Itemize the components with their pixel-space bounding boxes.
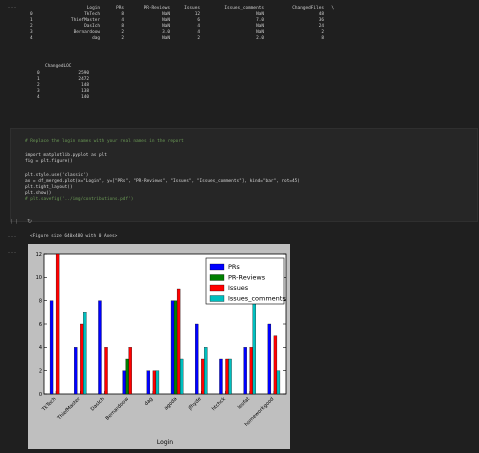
code-line-tight: plt.tight_layout()	[25, 185, 73, 190]
y-tick-label: 10	[36, 275, 42, 281]
x-tick-label: ThiefMaster	[56, 396, 82, 422]
df2-cell: 140	[81, 94, 89, 100]
bar-prs	[243, 347, 247, 395]
bar-prs	[219, 358, 223, 395]
df2-cell: 4	[37, 94, 40, 100]
y-tick-label: 0	[39, 392, 42, 398]
y-tick-label: 2	[39, 368, 42, 374]
legend-label: PR-Reviews	[228, 274, 266, 282]
bar-issues	[201, 358, 205, 395]
output-ellipsis-3[interactable]: ...	[0, 249, 24, 255]
bar-pr-reviews	[173, 300, 178, 395]
bar-issues	[128, 347, 132, 395]
changedloc-header: ChangedLOC	[45, 64, 72, 69]
df-cell: 8	[321, 35, 324, 41]
legend-swatch	[209, 263, 225, 271]
code-line-fig: fig = plt.figure()	[25, 159, 73, 164]
df2-row: 4 140	[37, 95, 89, 101]
df-cell: 4	[30, 35, 33, 41]
bar-pr-reviews	[125, 358, 129, 395]
dataframe-output: Login PRs PR-Reviews Issues Issues_comments C…	[30, 6, 334, 41]
x-tick-label: htchck	[211, 396, 227, 412]
code-line-savefig: # plt.savefig('../img/contributions.pdf'…	[25, 197, 134, 202]
bar-issues	[152, 370, 157, 395]
figure-size-output: <Figure size 640x480 with 0 Axes>	[30, 234, 118, 239]
df-row: 4 dag 2 NaN 2 2.0 8	[30, 36, 334, 42]
matplotlib-figure: 0 2 4 6 8 10 12 TkTech ThiefMaster DasIch Bernardo…	[28, 244, 290, 449]
x-axis-label: Login	[157, 439, 173, 446]
x-tick-label: Bernardoow	[105, 396, 131, 422]
bar-prs	[74, 347, 78, 395]
legend-label: Issues_comments	[228, 295, 286, 303]
bar-issues-comments	[252, 288, 256, 395]
y-tick-label: 4	[39, 345, 42, 351]
bar-issues	[104, 347, 108, 395]
x-tick-label: leofat	[237, 396, 251, 410]
df-cell: NaN	[162, 35, 170, 41]
bar-prs	[98, 300, 102, 395]
bar-chart: 0 2 4 6 8 10 12 TkTech ThiefMaster DasIchBernardo…	[36, 252, 287, 446]
bar-issues	[273, 335, 278, 395]
df-cell: dag	[92, 35, 100, 41]
code-line-style: plt.style.use('classic')	[25, 173, 89, 178]
bar-issues	[80, 323, 84, 395]
bar-prs	[122, 370, 126, 395]
code-cell[interactable]: # Replace the login names with your real…	[10, 128, 478, 222]
bar-issues	[55, 253, 60, 395]
code-comment: # Replace the login names with your real…	[25, 139, 184, 144]
df-cell: \	[331, 6, 334, 11]
x-tick-label: dag	[143, 396, 154, 407]
dataframe-output-2: 0 2590 1 2472 2 148 3 138 4 140	[37, 71, 89, 101]
bar-issues-comments	[179, 358, 184, 395]
bar-prs	[267, 323, 272, 395]
bar-prs	[49, 300, 54, 395]
bar-issues	[176, 288, 181, 395]
bar-issues-comments	[83, 312, 87, 395]
legend-label: Issues	[228, 284, 249, 292]
bar-prs	[146, 370, 151, 395]
bar-issues-comments	[204, 347, 208, 395]
y-tick-label: 6	[39, 322, 42, 328]
legend-swatch	[209, 295, 225, 302]
df-cell: 2	[197, 35, 200, 41]
x-tick-label: agoda	[163, 396, 178, 411]
bar-issues	[225, 358, 229, 395]
code-line-plot: ax = df_merged.plot(x="Login", y=["PRs",…	[25, 179, 300, 184]
df-cell: 2	[121, 35, 124, 41]
legend-swatch	[209, 274, 225, 281]
code-line-show: plt.show()	[25, 191, 52, 196]
x-tick-label: DasIch	[90, 396, 106, 412]
legend-swatch	[209, 284, 225, 292]
legend-label: PRs	[228, 263, 240, 271]
x-tick-label: jfhyde	[187, 396, 203, 412]
refresh-icon[interactable]: ↻	[27, 218, 32, 225]
y-tick-label: 8	[39, 298, 42, 304]
bar-issues-comments	[228, 358, 232, 395]
df-cell: 2.0	[256, 35, 264, 41]
output-ellipsis-1[interactable]: ...	[0, 4, 24, 10]
bar-prs	[170, 300, 175, 395]
bar-issues-comments	[276, 370, 281, 395]
code-line-import: import matplotlib.pyplot as plt	[25, 153, 107, 158]
execution-count: [ ]	[10, 220, 18, 225]
bar-issues	[249, 347, 253, 395]
x-tick-label: TkTech	[40, 396, 57, 413]
bar-issues-comments	[155, 370, 160, 395]
output-ellipsis-2[interactable]: ...	[0, 233, 24, 239]
y-tick-label: 12	[36, 252, 42, 258]
bar-prs	[195, 323, 199, 395]
